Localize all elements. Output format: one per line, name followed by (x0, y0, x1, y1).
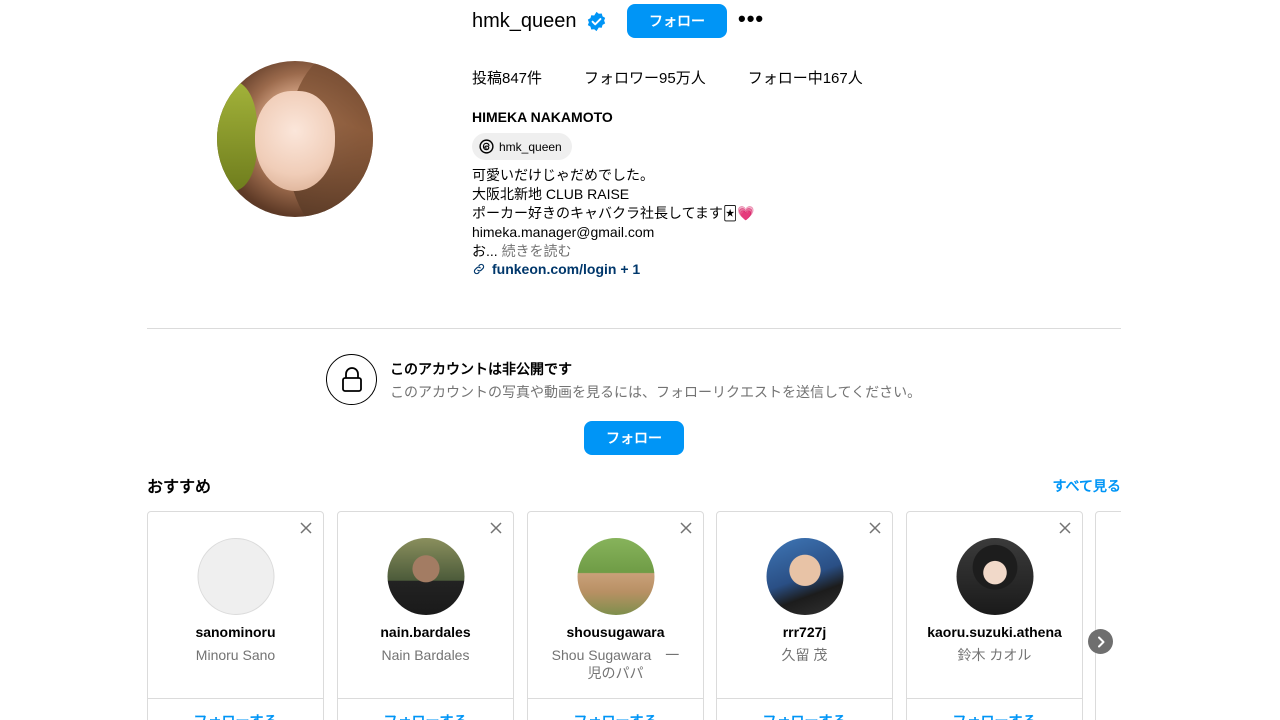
posts-count: 投稿847件 (472, 70, 543, 87)
following-count[interactable]: フォロー中167人 (748, 67, 863, 88)
card-follow-button[interactable]: フォローする (338, 711, 513, 720)
close-icon[interactable] (679, 521, 693, 535)
avatar-background-leaf (217, 81, 257, 191)
profile-link[interactable]: funkeon.com/login + 1 (472, 261, 640, 277)
bio-line: 大阪北新地 CLUB RAISE (472, 186, 630, 202)
carousel-next-button[interactable] (1088, 629, 1113, 654)
bio-line: ポーカー好きのキャバクラ社長してます🃏💗 (472, 205, 755, 221)
bio-truncated-line: お... 続きを読む (472, 242, 755, 261)
avatar-face (255, 91, 335, 191)
private-account-title: このアカウントは非公開です (390, 361, 572, 377)
link-icon (473, 263, 485, 275)
follow-button[interactable]: フォロー (627, 4, 727, 38)
close-icon[interactable] (1058, 521, 1072, 535)
suggestion-handle[interactable]: kaoru.suzuki.athena (907, 624, 1082, 640)
card-divider (717, 698, 892, 699)
card-follow-button[interactable]: フォローする (717, 711, 892, 720)
suggestion-handle[interactable]: sanominoru (148, 624, 323, 640)
suggestion-card[interactable]: sanominoru Minoru Sano フォローする (147, 511, 324, 720)
close-icon[interactable] (299, 521, 313, 535)
bio-line: 可愛いだけじゃだめでした。 (472, 167, 654, 183)
suggestion-name: 久留 茂 (781, 647, 828, 663)
profile-stats: 投稿847件 フォロワー95万人 フォロー中167人 (472, 67, 863, 88)
threads-icon (479, 139, 494, 154)
link-text[interactable]: funkeon.com/login + 1 (492, 261, 640, 277)
avatar[interactable] (956, 538, 1033, 615)
suggestion-card[interactable]: kaoru.suzuki.athena 鈴木 カオル フォローする (906, 511, 1083, 720)
lock-icon (341, 366, 362, 392)
suggestion-card[interactable]: nain.bardales Nain Bardales フォローする (337, 511, 514, 720)
lock-badge (326, 354, 377, 405)
profile-avatar[interactable] (217, 61, 373, 217)
avatar[interactable] (766, 538, 843, 615)
card-divider (528, 698, 703, 699)
card-divider (148, 698, 323, 699)
suggestion-name: Shou Sugawara 一児のパパ (551, 647, 680, 681)
profile-username: hmk_queen (472, 10, 577, 32)
threads-link[interactable]: hmk_queen (472, 133, 572, 160)
see-all-link[interactable]: すべて見る (1053, 476, 1121, 496)
card-divider (338, 698, 513, 699)
suggestion-name: Nain Bardales (381, 647, 470, 663)
section-divider (147, 328, 1121, 329)
suggestion-card[interactable]: rrr727j 久留 茂 フォローする (716, 511, 893, 720)
card-divider (907, 698, 1082, 699)
bio-truncated: お... (472, 243, 498, 259)
followers-count[interactable]: フォロワー95万人 (584, 67, 706, 88)
suggestion-handle[interactable]: shousugawara (528, 624, 703, 640)
display-name: HIMEKA NAKAMOTO (472, 109, 613, 125)
more-options-icon[interactable]: ••• (738, 8, 766, 32)
suggestion-name: Minoru Sano (195, 647, 276, 663)
avatar[interactable] (197, 538, 274, 615)
close-icon[interactable] (489, 521, 503, 535)
verified-badge-icon (587, 11, 606, 32)
threads-handle: hmk_queen (499, 139, 562, 154)
card-follow-button[interactable]: フォローする (528, 711, 703, 720)
avatar[interactable] (387, 538, 464, 615)
avatar[interactable] (577, 538, 654, 615)
suggestion-name: 鈴木 カオル (957, 647, 1032, 663)
bio-line: himeka.manager@gmail.com (472, 224, 655, 240)
suggestion-handle[interactable]: nain.bardales (338, 624, 513, 640)
profile-bio: 可愛いだけじゃだめでした。 大阪北新地 CLUB RAISE ポーカー好きのキャ… (472, 166, 755, 261)
chevron-right-icon (1097, 636, 1104, 647)
card-follow-button[interactable]: フォローする (148, 711, 323, 720)
follow-request-button[interactable]: フォロー (584, 421, 684, 455)
suggestion-handle[interactable]: rrr727j (717, 624, 892, 640)
suggestion-card[interactable]: shousugawara Shou Sugawara 一児のパパ フォローする (527, 511, 704, 720)
suggestions-heading: おすすめ (147, 479, 212, 496)
card-follow-button[interactable]: フォローする (907, 711, 1082, 720)
suggestions-carousel: sanominoru Minoru Sano フォローする nain.barda… (147, 511, 1121, 720)
private-account-description: このアカウントの写真や動画を見るには、フォローリクエストを送信してください。 (390, 384, 922, 400)
suggestion-card-partial[interactable] (1095, 511, 1121, 720)
close-icon[interactable] (868, 521, 882, 535)
read-more-link[interactable]: 続きを読む (502, 243, 572, 259)
